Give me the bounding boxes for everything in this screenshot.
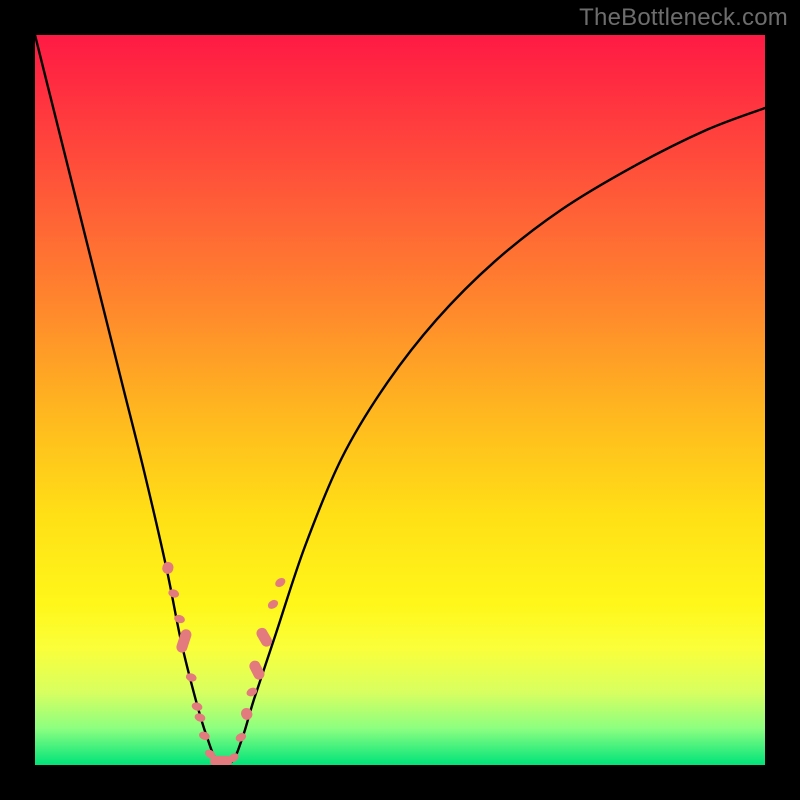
bead	[167, 588, 180, 599]
bead	[161, 560, 175, 575]
bead	[185, 672, 198, 683]
bead	[273, 576, 287, 589]
bead	[266, 598, 280, 611]
bead	[175, 628, 193, 654]
chart-svg	[35, 35, 765, 765]
highlight-beads	[161, 560, 287, 765]
chart-frame: TheBottleneck.com	[0, 0, 800, 800]
watermark-text: TheBottleneck.com	[579, 4, 788, 32]
bead	[191, 701, 204, 712]
bead	[194, 712, 207, 723]
bottleneck-curve	[35, 35, 765, 765]
plot-area	[35, 35, 765, 765]
bead	[245, 686, 258, 698]
